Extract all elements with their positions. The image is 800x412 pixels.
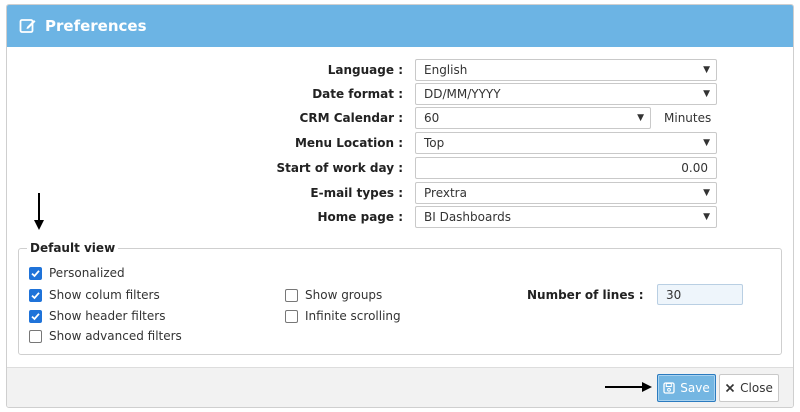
menu-location-value: Top (424, 136, 445, 150)
chevron-down-icon: ▼ (703, 65, 710, 75)
checkbox-unchecked-icon (285, 288, 298, 302)
start-of-work-day-row: Start of work day : 0.00 (7, 157, 793, 179)
language-row: Language : English ▼ (7, 59, 793, 81)
email-types-row: E-mail types : Prextra ▼ (7, 182, 793, 204)
dialog-titlebar: Preferences (7, 5, 793, 47)
show-advanced-filters-checkbox[interactable]: Show advanced filters (29, 328, 182, 344)
show-column-filters-label: Show colum filters (49, 288, 160, 302)
menu-location-row: Menu Location : Top ▼ (7, 132, 793, 154)
show-column-filters-checkbox[interactable]: Show colum filters (29, 287, 160, 303)
edit-icon (19, 17, 37, 35)
language-label: Language : (327, 63, 403, 77)
crm-calendar-suffix: Minutes (664, 111, 712, 125)
chevron-down-icon: ▼ (637, 113, 644, 123)
checkbox-checked-icon (29, 309, 42, 323)
crm-calendar-row: CRM Calendar : 60 ▼ Minutes (7, 107, 793, 129)
chevron-down-icon: ▼ (703, 188, 710, 198)
home-page-value: BI Dashboards (424, 210, 511, 224)
date-format-select[interactable]: DD/MM/YYYY ▼ (415, 83, 717, 105)
default-view-legend: Default view (30, 241, 116, 255)
show-header-filters-checkbox[interactable]: Show header filters (29, 308, 165, 324)
email-types-select[interactable]: Prextra ▼ (415, 182, 717, 204)
crm-calendar-label: CRM Calendar : (299, 111, 403, 125)
date-format-value: DD/MM/YYYY (424, 87, 501, 101)
personalized-checkbox[interactable]: Personalized (29, 265, 125, 281)
show-advanced-filters-label: Show advanced filters (49, 329, 182, 343)
save-button[interactable]: Save (657, 374, 716, 402)
email-types-label: E-mail types : (310, 186, 403, 200)
floppy-disk-icon (663, 382, 675, 394)
personalized-label: Personalized (49, 266, 125, 280)
home-page-label: Home page : (317, 210, 404, 224)
home-page-select[interactable]: BI Dashboards ▼ (415, 206, 717, 228)
start-of-work-day-input[interactable]: 0.00 (415, 157, 717, 179)
infinite-scrolling-label: Infinite scrolling (305, 309, 401, 323)
dialog-title: Preferences (45, 17, 147, 35)
preferences-dialog: Preferences Language : English ▼ Date fo… (6, 4, 794, 408)
checkbox-checked-icon (29, 266, 42, 280)
checkbox-unchecked-icon (29, 329, 42, 343)
email-types-value: Prextra (424, 186, 467, 200)
show-header-filters-label: Show header filters (49, 309, 166, 323)
date-format-label: Date format : (312, 87, 403, 101)
show-groups-label: Show groups (305, 288, 383, 302)
number-of-lines-label: Number of lines : (527, 288, 644, 302)
menu-location-select[interactable]: Top ▼ (415, 132, 717, 154)
date-format-row: Date format : DD/MM/YYYY ▼ (7, 83, 793, 105)
chevron-down-icon: ▼ (703, 89, 710, 99)
chevron-down-icon: ▼ (703, 138, 710, 148)
close-icon (725, 383, 735, 393)
close-button[interactable]: Close (719, 374, 779, 402)
start-of-work-day-label: Start of work day : (276, 161, 403, 175)
menu-location-label: Menu Location : (294, 136, 403, 150)
checkbox-checked-icon (29, 288, 42, 302)
number-of-lines-input[interactable]: 30 (657, 284, 743, 305)
annotation-arrow-down-icon (34, 193, 44, 230)
crm-calendar-select[interactable]: 60 ▼ (415, 107, 651, 129)
annotation-arrow-right-icon (605, 382, 652, 392)
dialog-footer: Save Close (7, 367, 793, 407)
infinite-scrolling-checkbox[interactable]: Infinite scrolling (285, 308, 401, 324)
language-select[interactable]: English ▼ (415, 59, 717, 81)
chevron-down-icon: ▼ (703, 212, 710, 222)
home-page-row: Home page : BI Dashboards ▼ (7, 206, 793, 228)
save-label: Save (680, 381, 710, 395)
language-value: English (424, 63, 468, 77)
crm-calendar-value: 60 (424, 111, 440, 125)
checkbox-unchecked-icon (285, 309, 298, 323)
show-groups-checkbox[interactable]: Show groups (285, 287, 382, 303)
close-label: Close (740, 381, 773, 395)
